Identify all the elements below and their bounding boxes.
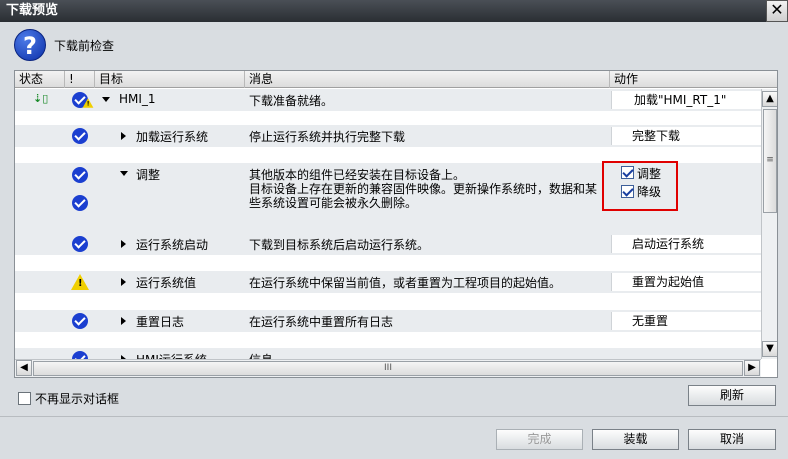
row-message: 停止运行系统并执行完整下载 (249, 130, 406, 144)
warning-small-icon: ! (82, 98, 94, 108)
firmware-message-line1: 目标设备上存在更新的兼容固件映像。更新操作系统时，数据和某 (249, 182, 598, 196)
row-message: 其他版本的组件已经安装在目标设备上。 (249, 168, 466, 182)
row-message: 信息 (249, 351, 273, 359)
table-row[interactable]: 加载运行系统 停止运行系统并执行完整下载 完整下载 (15, 125, 761, 147)
row-target: 加载运行系统 (136, 130, 209, 144)
collapse-icon[interactable] (120, 171, 128, 176)
row-action[interactable]: 无重置 (611, 312, 761, 330)
table-row[interactable]: ! 运行系统值 在运行系统中保留当前值，或者重置为工程项目的起始值。 重置为起始… (15, 271, 761, 293)
row-message: 在运行系统中保留当前值，或者重置为工程项目的起始值。 (249, 276, 562, 290)
row-target: HMI运行系统 (136, 351, 207, 359)
check-table: 状态 ! 目标 消息 动作 ⇣▯ ! HMI_1 下载准备就绪。 加载"HMI_… (14, 70, 778, 378)
table-row[interactable]: 运行系统启动 下载到目标系统后启动运行系统。 启动运行系统 (15, 233, 761, 255)
col-warning[interactable]: ! (65, 71, 95, 88)
scroll-left-button[interactable]: ◀ (16, 360, 32, 376)
ok-icon (72, 195, 88, 211)
table-row[interactable]: 重置日志 在运行系统中重置所有日志 无重置 (15, 310, 761, 332)
row-target: 调整 (136, 168, 161, 182)
row-target: 运行系统值 (136, 276, 197, 290)
ok-icon (72, 167, 88, 183)
scroll-thumb[interactable]: ≡ (763, 109, 777, 213)
scroll-up-button[interactable]: ▲ (762, 91, 777, 107)
collapse-icon[interactable] (102, 97, 110, 102)
col-action[interactable]: 动作 (610, 71, 777, 88)
row-target: 重置日志 (136, 315, 185, 329)
dont-show-label: 不再显示对话框 (35, 392, 120, 406)
close-button[interactable]: ✕ (766, 0, 788, 22)
header-title: 下载前检查 (54, 38, 115, 53)
table-row[interactable]: HMI运行系统 信息 (15, 348, 761, 359)
finish-button[interactable]: 完成 (496, 429, 583, 450)
highlight-box (602, 161, 678, 211)
row-message: 在运行系统中重置所有日志 (249, 315, 394, 329)
expand-icon[interactable] (121, 240, 126, 248)
table-row[interactable]: ⇣▯ ! HMI_1 下载准备就绪。 加载"HMI_RT_1" (15, 89, 761, 111)
dont-show-option[interactable]: 不再显示对话框 (18, 390, 119, 407)
download-preview-dialog: 下载预览 ✕ ? 下载前检查 状态 ! 目标 消息 动作 ⇣▯ ! HMI_1 … (0, 0, 788, 459)
warning-icon: ! (71, 274, 89, 290)
row-message: 下载准备就绪。 (249, 94, 334, 108)
ok-icon (72, 236, 88, 252)
row-action[interactable]: 重置为起始值 (611, 273, 761, 291)
table-header: 状态 ! 目标 消息 动作 (15, 71, 777, 88)
cancel-button[interactable]: 取消 (688, 429, 776, 450)
question-icon: ? (14, 29, 46, 61)
dont-show-checkbox[interactable] (18, 392, 31, 405)
window-title: 下载预览 (6, 3, 59, 18)
row-action[interactable]: 加载"HMI_RT_1" (611, 91, 761, 109)
horizontal-scrollbar[interactable]: ◀ III ▶ (15, 359, 761, 377)
divider (0, 416, 788, 417)
row-target: 运行系统启动 (136, 238, 209, 252)
row-target: HMI_1 (119, 92, 156, 106)
row-action[interactable]: 启动运行系统 (611, 235, 761, 253)
dialog-header: ? 下载前检查 (14, 28, 114, 62)
table-body: ⇣▯ ! HMI_1 下载准备就绪。 加载"HMI_RT_1" 加载运行系统 停… (15, 89, 761, 359)
scroll-right-button[interactable]: ▶ (744, 360, 760, 376)
col-message[interactable]: 消息 (245, 71, 610, 88)
row-message: 下载到目标系统后启动运行系统。 (249, 238, 430, 252)
refresh-button[interactable]: 刷新 (688, 385, 776, 406)
ok-icon (72, 313, 88, 329)
firmware-message-line2: 些系统设置可能会被永久删除。 (249, 196, 418, 210)
ok-icon (72, 128, 88, 144)
row-action[interactable]: 完整下载 (611, 127, 761, 145)
expand-icon[interactable] (121, 317, 126, 325)
hscroll-thumb[interactable]: III (33, 361, 743, 376)
load-button[interactable]: 装载 (592, 429, 679, 450)
col-status[interactable]: 状态 (15, 71, 65, 88)
expand-icon[interactable] (121, 132, 126, 140)
vertical-scrollbar[interactable]: ▲ ≡ ▼ (761, 89, 777, 359)
ok-icon (72, 351, 88, 359)
expand-icon[interactable] (121, 278, 126, 286)
title-bar: 下载预览 ✕ (0, 0, 788, 22)
col-target[interactable]: 目标 (95, 71, 245, 88)
scroll-down-button[interactable]: ▼ (762, 341, 777, 357)
download-status-icon: ⇣▯ (33, 92, 49, 105)
